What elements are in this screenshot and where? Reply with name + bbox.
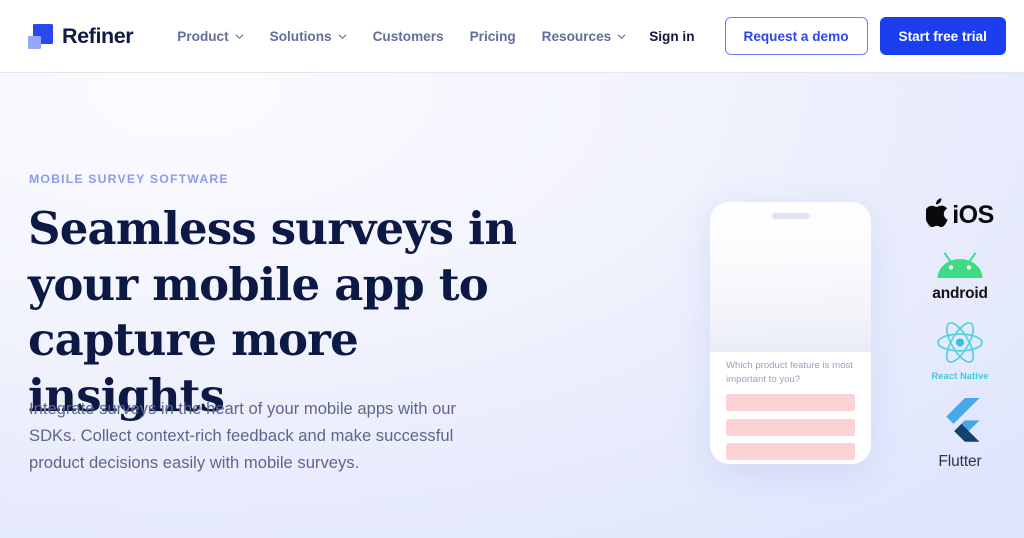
brand-name: Refiner (62, 23, 134, 48)
nav-item-customers[interactable]: Customers (360, 23, 457, 50)
nav-item-product[interactable]: Product (164, 23, 256, 50)
hero-description: Integrate surveys in the heart of your m… (29, 399, 457, 472)
survey-options (726, 394, 855, 460)
start-free-trial-button[interactable]: Start free trial (879, 17, 1006, 55)
page-title: Seamless surveys in your mobile app to c… (28, 202, 517, 422)
platform-label: React Native (931, 371, 989, 381)
phone-frame: Which product feature is most important … (710, 202, 871, 464)
brand-logo-link[interactable]: Refiner (28, 23, 134, 49)
hero-section: MOBILE SURVEY SOFTWARE Seamless surveys … (0, 73, 1024, 538)
nav-item-resources[interactable]: Resources (529, 23, 640, 50)
platform-logos: iOS android React Native Flutter (914, 195, 1006, 471)
sign-in-link[interactable]: Sign in (639, 21, 704, 52)
platform-label: android (932, 285, 988, 302)
chevron-down-icon (235, 32, 244, 41)
platform-ios: iOS (914, 195, 1006, 235)
platform-label: Flutter (938, 453, 982, 470)
apple-logo-icon (925, 197, 951, 233)
chevron-down-icon (617, 32, 626, 41)
main-nav: Product Solutions Customers Pricing Reso… (164, 23, 639, 50)
survey-option-bar[interactable] (726, 443, 855, 460)
nav-item-label: Product (177, 28, 229, 44)
hero-eyebrow: MOBILE SURVEY SOFTWARE (29, 172, 229, 186)
nav-item-label: Pricing (469, 28, 516, 44)
platform-flutter: Flutter (914, 398, 1006, 471)
survey-option-bar[interactable] (726, 418, 855, 436)
nav-item-label: Solutions (269, 28, 332, 44)
phone-speaker-icon (771, 213, 810, 219)
landing-page: Refiner Product Solutions Customers Pric… (0, 0, 1024, 538)
android-robot-icon (936, 252, 984, 284)
nav-item-solutions[interactable]: Solutions (257, 23, 360, 50)
site-header: Refiner Product Solutions Customers Pric… (0, 0, 1024, 73)
survey-option-bar[interactable] (726, 394, 855, 411)
survey-question: Which product feature is most important … (726, 360, 853, 385)
platform-android: android (914, 252, 1006, 303)
header-actions: Sign in Request a demo Start free trial (639, 17, 1006, 55)
phone-mockup: Which product feature is most important … (696, 192, 884, 474)
refiner-logo-icon (28, 23, 53, 49)
react-atom-icon (935, 320, 985, 370)
nav-item-label: Resources (541, 28, 612, 44)
chevron-down-icon (338, 32, 347, 41)
phone-screen-top (710, 202, 871, 352)
flutter-logo-icon (940, 398, 980, 451)
platform-label: iOS (952, 200, 994, 229)
nav-item-label: Customers (372, 28, 444, 44)
request-demo-button[interactable]: Request a demo (724, 17, 868, 55)
nav-item-pricing[interactable]: Pricing (457, 23, 529, 50)
platform-react-native: React Native (914, 320, 1006, 381)
